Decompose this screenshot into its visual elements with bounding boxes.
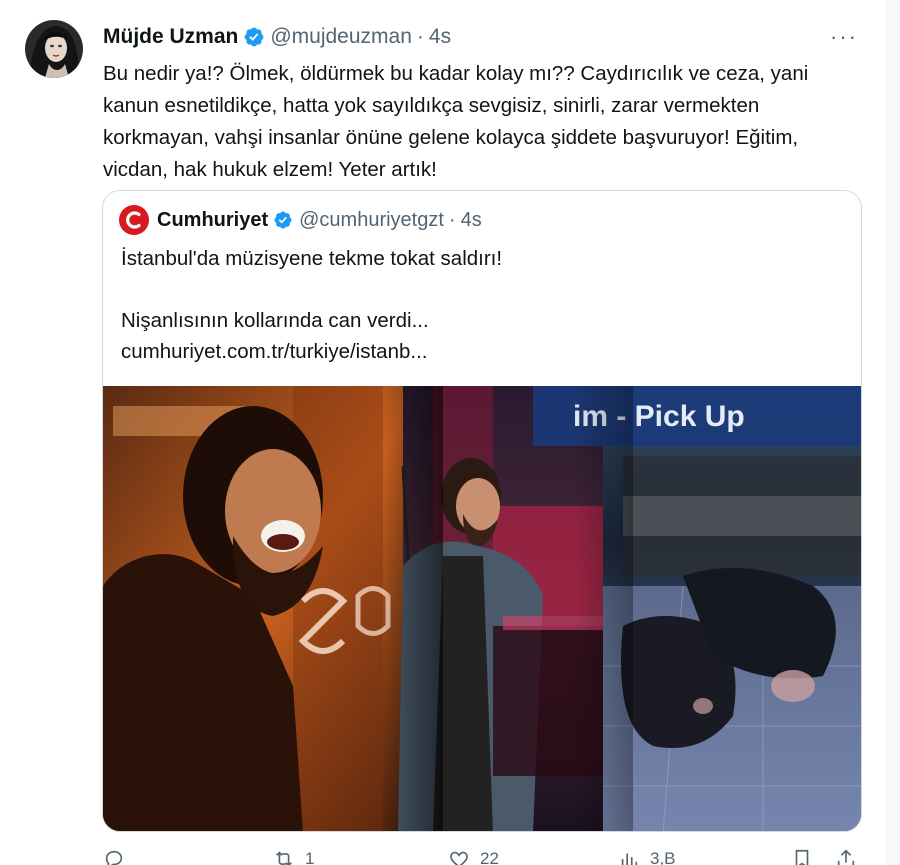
- like-button[interactable]: 22: [448, 848, 499, 865]
- views-count: 3,B: [650, 849, 676, 865]
- retweet-button[interactable]: 1: [273, 848, 314, 865]
- bookmark-icon: [795, 849, 809, 865]
- quoted-subline: Nişanlısının kollarında can verdi...: [121, 309, 429, 332]
- reply-icon: [105, 850, 123, 865]
- quoted-timestamp[interactable]: 4s: [461, 209, 482, 232]
- tweet-text: Bu nedir ya!? Ölmek, öldürmek bu kadar k…: [103, 62, 809, 181]
- display-name[interactable]: Müjde Uzman: [103, 25, 238, 49]
- avatar[interactable]: [25, 20, 83, 78]
- cumhuriyet-logo-icon: [119, 205, 149, 235]
- quoted-link[interactable]: cumhuriyet.com.tr/turkiye/istanb...: [121, 336, 841, 367]
- quoted-display-name[interactable]: Cumhuriyet: [157, 209, 268, 232]
- verified-badge-icon: [243, 26, 265, 48]
- quoted-tweet-header: Cumhuriyet @cumhuriyetgzt · 4s: [119, 205, 482, 235]
- avatar-image: [25, 20, 83, 78]
- like-icon: [450, 851, 468, 865]
- retweet-count: 1: [305, 849, 315, 865]
- timestamp[interactable]: 4s: [429, 25, 451, 49]
- separator-dot: ·: [448, 208, 456, 231]
- share-button[interactable]: [835, 848, 867, 865]
- action-bar: 1 22 3,B: [103, 848, 863, 865]
- scrollbar-track[interactable]: [886, 0, 900, 865]
- handle[interactable]: @mujdeuzman: [270, 25, 412, 49]
- verified-badge-icon: [273, 210, 293, 230]
- quoted-tweet[interactable]: Cumhuriyet @cumhuriyetgzt · 4s İstanbul'…: [102, 190, 862, 832]
- tweet[interactable]: Müjde Uzman @mujdeuzman · 4s ··· Bu nedi…: [0, 0, 900, 865]
- media-collage: im - Pick Up: [103, 386, 861, 831]
- reply-button[interactable]: [103, 848, 135, 865]
- views-button[interactable]: 3,B: [618, 848, 676, 865]
- quoted-media-image[interactable]: im - Pick Up: [103, 386, 861, 831]
- quoted-blank-line: [121, 274, 841, 305]
- more-icon[interactable]: ···: [830, 24, 858, 50]
- bookmark-button[interactable]: [791, 848, 823, 865]
- tweet-header: Müjde Uzman @mujdeuzman · 4s: [103, 22, 451, 52]
- share-icon: [837, 849, 855, 865]
- quoted-tweet-text: İstanbul'da müzisyene tekme tokat saldır…: [121, 243, 841, 367]
- like-count: 22: [480, 849, 499, 865]
- quoted-headline: İstanbul'da müzisyene tekme tokat saldır…: [121, 247, 503, 270]
- quoted-handle[interactable]: @cumhuriyetgzt: [299, 209, 444, 232]
- separator-dot: ·: [416, 25, 424, 48]
- views-icon: [621, 853, 638, 865]
- retweet-icon: [276, 851, 292, 865]
